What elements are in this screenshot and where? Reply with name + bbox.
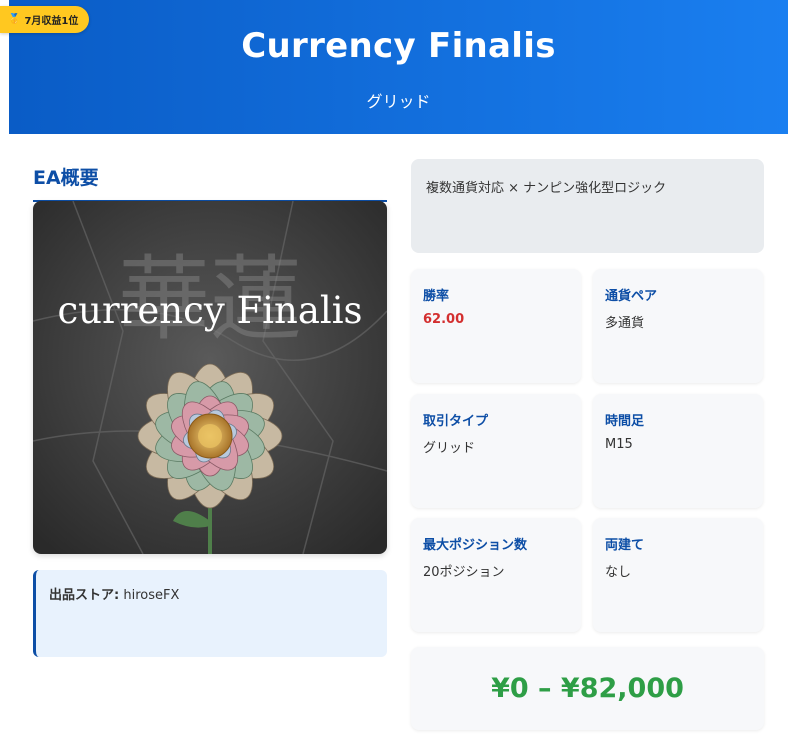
store-info: 出品ストア: hiroseFX <box>33 570 387 657</box>
store-name[interactable]: hiroseFX <box>123 588 179 603</box>
product-image: 華蓮 currency Finalis <box>33 201 387 554</box>
ea-title: Currency Finalis <box>241 26 556 66</box>
medal-icon: 🥇 <box>8 14 21 25</box>
spec-label: 最大ポジション数 <box>423 538 528 553</box>
price-range: ¥0 – ¥82,000 <box>411 647 764 730</box>
spec-value: 20ポジション <box>423 565 505 580</box>
rank-badge-label: 7月収益1位 <box>24 16 79 27</box>
store-label: 出品ストア: <box>49 588 120 603</box>
spec-label: 勝率 <box>423 289 450 304</box>
image-logo-text: currency Finalis <box>57 289 362 332</box>
page-header: Currency Finalis グリッド <box>9 0 788 134</box>
spec-card-max-positions: 最大ポジション数 20ポジション <box>411 518 581 632</box>
spec-value: 多通貨 <box>605 316 645 331</box>
spec-card-currency-pair: 通貨ペア 多通貨 <box>593 269 763 383</box>
ea-category: グリッド <box>366 92 431 111</box>
spec-card-timeframe: 時間足 M15 <box>593 394 763 508</box>
section-title-overview: EA概要 <box>33 163 387 202</box>
ea-description: 複数通貨対応 × ナンピン強化型ロジック <box>411 159 764 253</box>
spec-card-win-rate: 勝率 62.00 <box>411 269 581 383</box>
rank-badge: 🥇 7月収益1位 <box>0 6 89 33</box>
spec-label: 通貨ペア <box>605 289 658 304</box>
spec-card-trade-type: 取引タイプ グリッド <box>411 394 581 508</box>
spec-value: M15 <box>605 437 633 452</box>
spec-value: 62.00 <box>423 312 465 327</box>
spec-value: グリッド <box>423 441 476 456</box>
spec-label: 時間足 <box>605 414 645 429</box>
spec-value: なし <box>605 565 632 580</box>
spec-label: 両建て <box>605 538 645 553</box>
spec-label: 取引タイプ <box>423 414 489 429</box>
spec-card-hedging: 両建て なし <box>593 518 763 632</box>
